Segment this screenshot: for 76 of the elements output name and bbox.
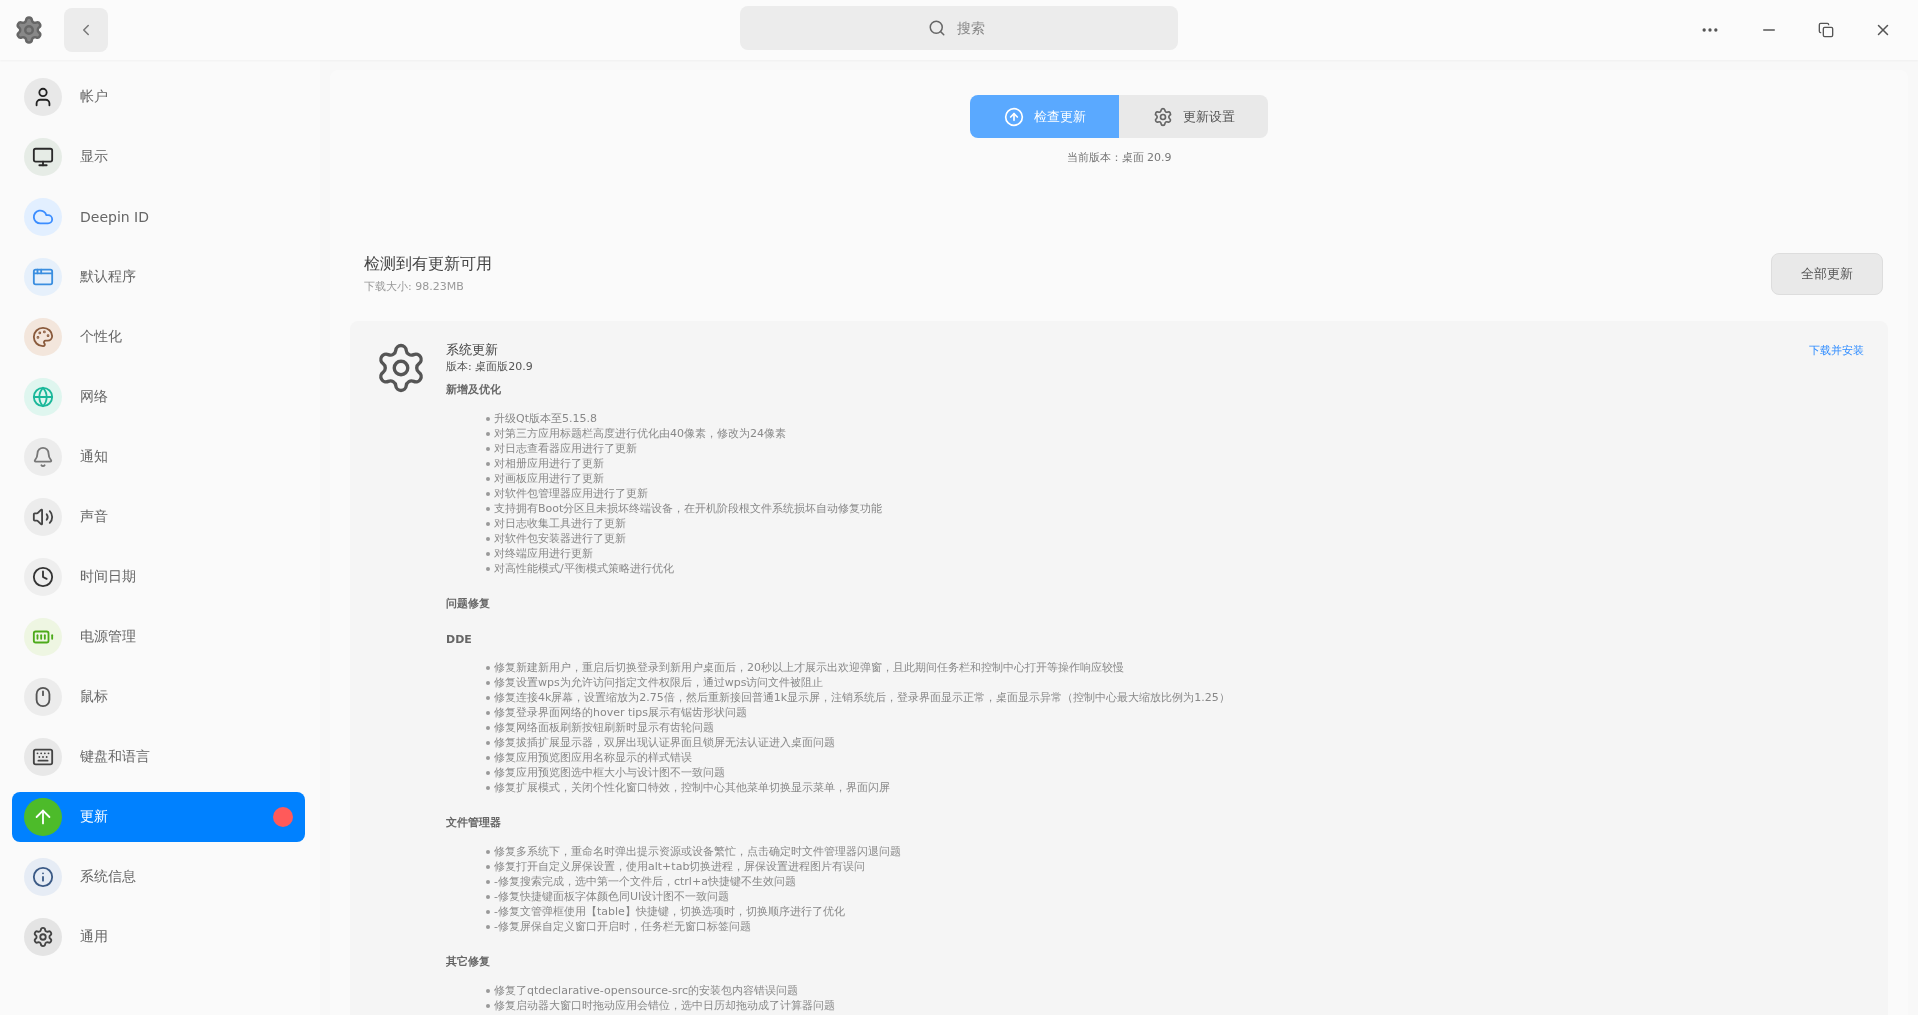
sidebar-item[interactable]: 帐户 xyxy=(12,72,305,122)
section-heading: 问题修复 xyxy=(446,596,491,611)
note-item: 修复多系统下，重命名时弹出提示资源或设备繁忙，点击确定时文件管理器闪退问题 xyxy=(486,844,1864,859)
tab[interactable]: 更新设置 xyxy=(1119,95,1268,138)
note-item: 修复应用预览图选中框大小与设计图不一致问题 xyxy=(486,765,1864,780)
monitor-icon xyxy=(24,138,62,176)
note-item: -修复快捷键面板字体颜色同UI设计图不一致问题 xyxy=(486,889,1864,904)
note-item: 对日志收集工具进行了更新 xyxy=(486,516,1864,531)
section-heading: 新增及优化 xyxy=(446,382,502,397)
sidebar-item[interactable]: 声音 xyxy=(12,492,305,542)
speaker-icon xyxy=(24,498,62,536)
upload-icon xyxy=(1003,106,1024,127)
sidebar-item[interactable]: 系统信息 xyxy=(12,852,305,902)
note-item: -修复搜索完成，选中第一个文件后，ctrl+a快捷键不生效问题 xyxy=(486,874,1864,889)
section-heading: 文件管理器 xyxy=(446,815,502,830)
cloud-icon xyxy=(24,198,62,236)
globe-icon xyxy=(24,378,62,416)
note-item: 对软件包安装器进行了更新 xyxy=(486,531,1864,546)
gear-icon xyxy=(1152,106,1173,127)
note-item: 对第三方应用标题栏高度进行优化由40像素，修改为24像素 xyxy=(486,426,1864,441)
note-item: 支持拥有Boot分区且未损坏终端设备，在开机阶段根文件系统损坏自动修复功能 xyxy=(486,501,1864,516)
sidebar-item[interactable]: 显示 xyxy=(12,132,305,182)
update-version: 版本: 桌面版20.9 xyxy=(446,359,533,374)
note-item: 升级Qt版本至5.15.8 xyxy=(486,411,1864,426)
update-name: 系统更新 xyxy=(446,341,499,359)
sidebar-item[interactable]: 更新 xyxy=(12,792,305,842)
sidebar-item[interactable]: 鼠标 xyxy=(12,672,305,722)
update-all-button[interactable]: 全部更新 xyxy=(1771,253,1883,295)
note-item: 修复新建新用户，重启后切换登录到新用户桌面后，20秒以上才展示出欢迎弹窗，且此期间任务栏和控制中心打开等操作响应较慢 xyxy=(486,660,1864,675)
note-item: 修复了qtdeclarative-opensource-src的安装包内容错误问题 xyxy=(486,983,1864,998)
palette-icon xyxy=(24,318,62,356)
sidebar-item[interactable]: 通知 xyxy=(12,432,305,482)
note-item: 对高性能模式/平衡模式策略进行优化 xyxy=(486,561,1864,576)
note-item: 修复应用预览图应用名称显示的样式错误 xyxy=(486,750,1864,765)
note-item: 修复扩展模式，关闭个性化窗口特效，控制中心其他菜单切换显示菜单，界面闪屏 xyxy=(486,780,1864,795)
sidebar-item[interactable]: 网络 xyxy=(12,372,305,422)
note-item: 对终端应用进行更新 xyxy=(486,546,1864,561)
restore-icon[interactable] xyxy=(1818,22,1834,38)
person-icon xyxy=(24,78,62,116)
app-gear-icon xyxy=(14,15,44,45)
section-heading: DDE xyxy=(446,633,473,646)
note-item: 修复设置wps为允许访问指定文件权限后，通过wps访问文件被阻止 xyxy=(486,675,1864,690)
download-size: 下载大小: 98.23MB xyxy=(364,279,465,294)
note-item: 对画板应用进行了更新 xyxy=(486,471,1864,486)
sidebar-item[interactable]: 电源管理 xyxy=(12,612,305,662)
sidebar-item[interactable]: 通用 xyxy=(12,912,305,962)
note-item: 对软件包管理器应用进行了更新 xyxy=(486,486,1864,501)
sidebar-item[interactable]: 键盘和语言 xyxy=(12,732,305,782)
note-item: 修复拔插扩展显示器，双屏出现认证界面且锁屏无法认证进入桌面问题 xyxy=(486,735,1864,750)
search-field[interactable]: 搜索 xyxy=(740,6,1178,50)
note-item: 修复网络面板刷新按钮刷新时显示有齿轮问题 xyxy=(486,720,1864,735)
clock-icon xyxy=(24,558,62,596)
section-heading: 其它修复 xyxy=(446,954,491,969)
gear-icon xyxy=(24,918,62,956)
current-version: 当前版本：桌面 20.9 xyxy=(1065,150,1173,165)
note-item: 修复启动器大窗口时拖动应用会错位，选中日历却拖动成了计算器问题 xyxy=(486,998,1864,1013)
note-item: 修复登录界面网络的hover tips展示有锯齿形状问题 xyxy=(486,705,1864,720)
battery-icon xyxy=(24,618,62,656)
keyboard-icon xyxy=(24,738,62,776)
sidebar-item[interactable]: 默认程序 xyxy=(12,252,305,302)
bell-icon xyxy=(24,438,62,476)
note-item: 对日志查看器应用进行了更新 xyxy=(486,441,1864,456)
note-item: 对相册应用进行了更新 xyxy=(486,456,1864,471)
search-icon xyxy=(928,19,946,37)
sidebar-item[interactable]: Deepin ID xyxy=(12,192,305,242)
note-item: 修复连接4k屏幕，设置缩放为2.75倍，然后重新接回普通1k显示屏，注销系统后，登录界面显示正常，桌面显示异常（控制中心最大缩放比例为1.25） xyxy=(486,690,1864,705)
note-item: -修复文管弹框使用【table】快捷键，切换选项时，切换顺序进行了优化 xyxy=(486,904,1864,919)
mouse-icon xyxy=(24,678,62,716)
info-icon xyxy=(24,858,62,896)
note-item: 修复打开自定义屏保设置，使用alt+tab切换进程，屏保设置进程图片有误问 xyxy=(486,859,1864,874)
download-install-link[interactable]: 下载并安装 xyxy=(1809,343,1864,374)
update-available-title: 检测到有更新可用 xyxy=(364,254,492,275)
note-item: -修复屏保自定义窗口开启时，任务栏无窗口标签问题 xyxy=(486,919,1864,934)
sidebar-item[interactable]: 时间日期 xyxy=(12,552,305,602)
sidebar-item[interactable]: 个性化 xyxy=(12,312,305,362)
window-icon xyxy=(24,258,62,296)
